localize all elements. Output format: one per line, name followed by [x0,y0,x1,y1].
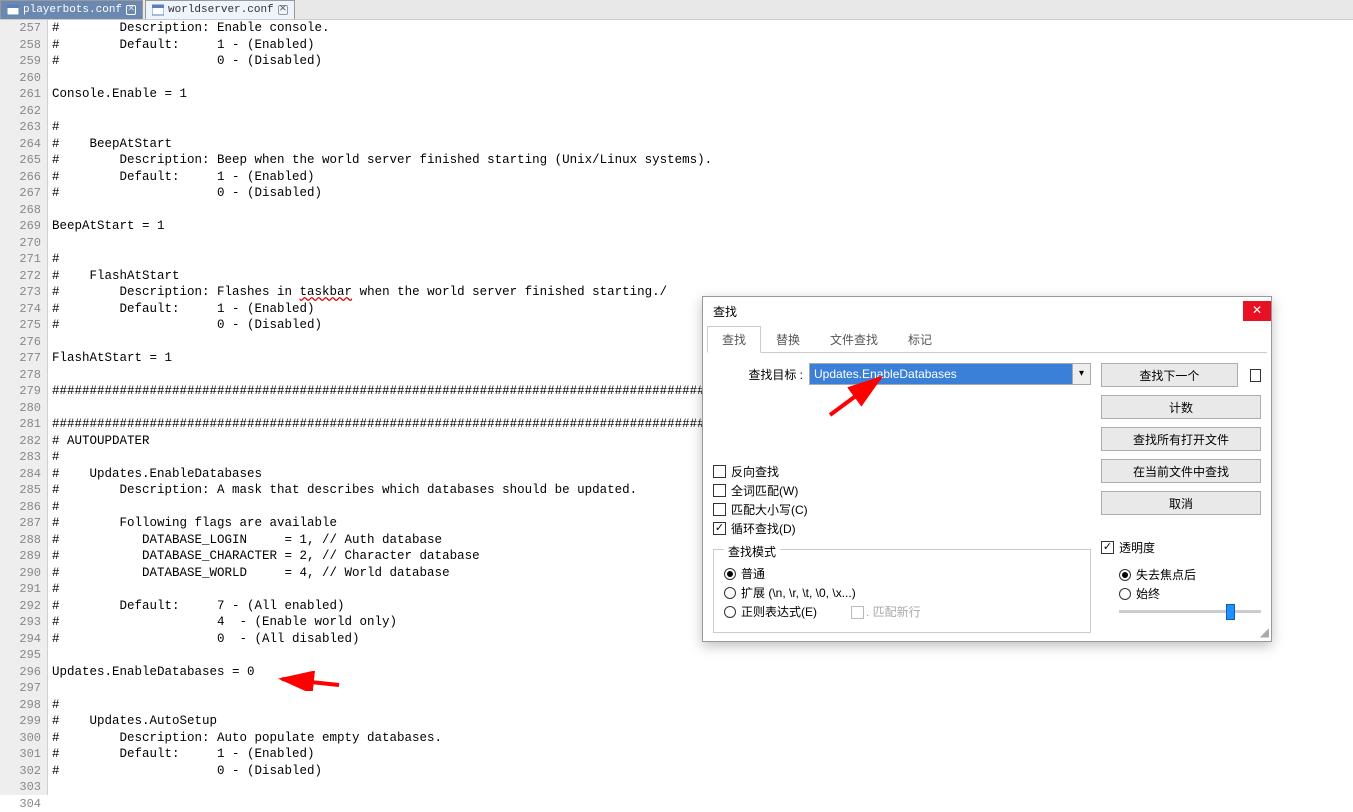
radio-normal[interactable]: 普通 [724,565,1080,582]
find-all-current-button[interactable]: 在当前文件中查找 [1101,459,1261,483]
checkbox-icon [851,606,864,619]
search-label: 查找目标 : [713,366,803,383]
line-gutter: 2572582592602612622632642652662672682692… [0,20,48,795]
dialog-tabs: 查找 替换 文件查找 标记 [707,325,1267,353]
chevron-down-icon[interactable]: ▾ [1072,364,1090,384]
radio-extended[interactable]: 扩展 (\n, \r, \t, \0, \x...) [724,584,1080,601]
dlg-tab-mark[interactable]: 标记 [893,326,947,353]
dialog-title: 查找 [713,303,737,320]
close-icon[interactable]: ⨯ [126,5,136,15]
count-button[interactable]: 计数 [1101,395,1261,419]
group-legend: 查找模式 [724,543,780,560]
chk-wrap[interactable]: 循环查找(D) [713,520,1091,537]
slider-thumb[interactable] [1226,604,1235,620]
chk-matchcase[interactable]: 匹配大小写(C) [713,501,1091,518]
file-icon [152,4,164,16]
chk-transparency[interactable]: 透明度 [1101,539,1261,556]
checkbox-icon[interactable] [1250,369,1261,382]
chk-wholeword[interactable]: 全词匹配(W) [713,482,1091,499]
tab-label: playerbots.conf [23,4,122,16]
checkbox-icon[interactable] [1101,541,1114,554]
dlg-tab-find[interactable]: 查找 [707,326,761,353]
dialog-titlebar[interactable]: 查找 ✕ [703,297,1271,325]
radio-icon[interactable] [724,568,736,580]
tab-label: worldserver.conf [168,4,274,16]
close-icon[interactable]: ⨯ [278,5,288,15]
checkbox-icon[interactable] [713,503,726,516]
chk-backward[interactable]: 反向查找 [713,463,1091,480]
dlg-tab-findinfiles[interactable]: 文件查找 [815,326,893,353]
find-all-open-button[interactable]: 查找所有打开文件 [1101,427,1261,451]
dlg-tab-replace[interactable]: 替换 [761,326,815,353]
search-input[interactable] [810,364,1072,384]
search-combo[interactable]: ▾ [809,363,1091,385]
resize-grip-icon[interactable]: ◢ [1260,625,1269,639]
checkbox-icon[interactable] [713,465,726,478]
tab-playerbots[interactable]: playerbots.conf ⨯ [0,0,143,19]
file-tabs: playerbots.conf ⨯ worldserver.conf ⨯ [0,0,1353,20]
find-dialog: 查找 ✕ 查找 替换 文件查找 标记 查找目标 : ▾ 反向查找 全词匹配(W)… [702,296,1272,642]
radio-icon[interactable] [724,606,736,618]
close-icon[interactable]: ✕ [1243,301,1271,321]
tab-worldserver[interactable]: worldserver.conf ⨯ [145,0,295,19]
radio-icon[interactable] [724,587,736,599]
radio-always[interactable]: 始终 [1119,585,1261,602]
radio-lose-focus[interactable]: 失去焦点后 [1119,566,1261,583]
search-mode-group: 查找模式 普通 扩展 (\n, \r, \t, \0, \x...) 正则表达式… [713,549,1091,633]
cancel-button[interactable]: 取消 [1101,491,1261,515]
checkbox-icon[interactable] [713,484,726,497]
opacity-slider[interactable] [1119,610,1261,613]
file-icon [7,4,19,16]
find-next-button[interactable]: 查找下一个 [1101,363,1238,387]
radio-regex[interactable]: 正则表达式(E) . 匹配新行 [724,603,1080,620]
radio-icon[interactable] [1119,588,1131,600]
radio-icon[interactable] [1119,569,1131,581]
checkbox-icon[interactable] [713,522,726,535]
